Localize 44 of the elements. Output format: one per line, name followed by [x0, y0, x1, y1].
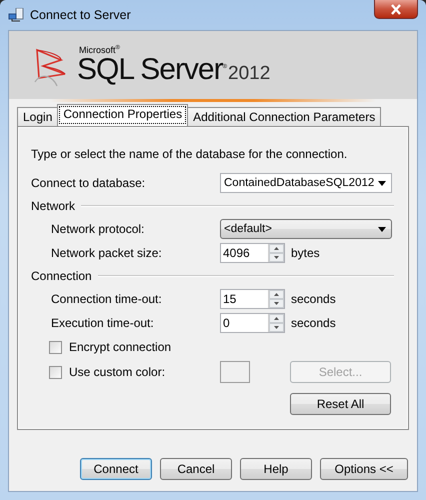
checkbox-label: Use custom color: [69, 365, 166, 379]
product-version: 2012 [228, 64, 270, 83]
dialog-button[interactable]: Help [240, 458, 312, 480]
spin-up-icon[interactable] [269, 244, 284, 253]
unit-label: seconds [291, 292, 336, 306]
combo-box[interactable]: ContainedDatabaseSQL2012 [220, 173, 392, 193]
spin-down-icon[interactable] [269, 299, 284, 308]
tab[interactable]: Connection Properties [57, 104, 188, 126]
spin-up-icon[interactable] [269, 314, 284, 323]
tab[interactable]: Additional Connection Parameters [187, 107, 382, 126]
close-button[interactable] [374, 0, 418, 19]
dialog-button[interactable]: Connect [80, 458, 152, 480]
spin-down-icon[interactable] [269, 323, 284, 332]
unit-label: seconds [291, 316, 336, 330]
field-label: Network packet size: [51, 246, 163, 260]
field-label: Network protocol: [51, 222, 146, 236]
dialog-button[interactable]: Cancel [160, 458, 232, 480]
spin-up-icon[interactable] [269, 290, 284, 299]
dropdown-arrow-icon [378, 180, 386, 186]
section-heading: Network [31, 199, 76, 213]
dropdown[interactable]: <default> [220, 219, 392, 239]
checkbox[interactable] [49, 366, 62, 378]
window-title: Connect to Server [30, 8, 131, 22]
field-label: Connect to database: [31, 176, 146, 190]
spin-field[interactable]: 15 [220, 289, 285, 309]
checkbox[interactable] [49, 340, 62, 354]
dialog-button[interactable]: Options << [320, 458, 408, 480]
field-label: Connection time-out: [51, 292, 163, 306]
field-label: Execution time-out: [51, 316, 155, 330]
section-heading: Connection [31, 269, 92, 283]
close-icon [390, 4, 402, 14]
reset-button[interactable]: Reset All [290, 393, 391, 415]
spin-down-icon[interactable] [269, 253, 284, 262]
tab[interactable]: Login [17, 107, 58, 126]
color-swatch [220, 361, 250, 383]
unit-label: bytes [291, 246, 320, 260]
vendor-name: Microsoft$^{®}$ [79, 45, 121, 55]
checkbox-label: Encrypt connection [69, 340, 172, 354]
server-connection-icon [8, 8, 24, 22]
dropdown-arrow-icon [378, 226, 386, 232]
spin-field[interactable]: 0 [220, 313, 285, 333]
spin-field[interactable]: 4096 [220, 243, 285, 263]
instruction-text: Type or select the name of the database for the connection. [31, 147, 348, 161]
product-name: SQL Server$^{®}$ [77, 55, 226, 85]
